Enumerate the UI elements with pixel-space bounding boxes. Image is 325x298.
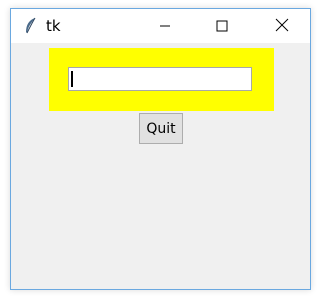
- maximize-icon: [216, 17, 228, 36]
- maximize-button[interactable]: [199, 9, 245, 43]
- app-window: tk Quit: [10, 8, 311, 290]
- window-title: tk: [46, 17, 61, 35]
- close-button[interactable]: [259, 9, 305, 43]
- yellow-frame: [49, 48, 274, 111]
- minimize-icon: [159, 17, 171, 36]
- close-icon: [275, 17, 289, 36]
- feather-icon: [23, 17, 39, 35]
- title-bar[interactable]: tk: [11, 9, 310, 43]
- minimize-button[interactable]: [142, 9, 188, 43]
- text-caret: [71, 71, 73, 87]
- text-entry[interactable]: [68, 67, 252, 91]
- quit-button[interactable]: Quit: [139, 113, 183, 144]
